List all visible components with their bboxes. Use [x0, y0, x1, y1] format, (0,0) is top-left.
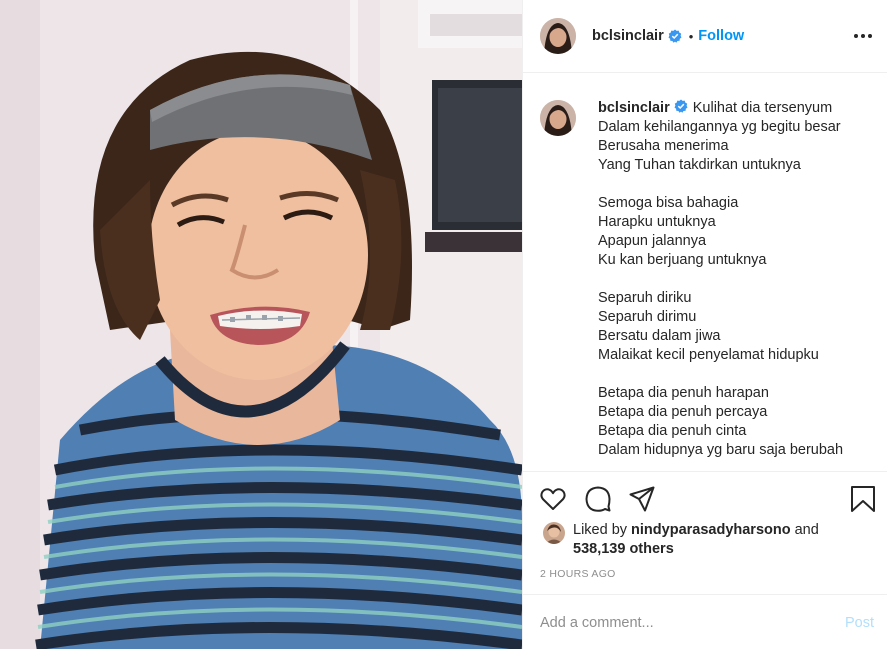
caption-line: Harapku untuknya: [598, 214, 716, 230]
caption-line: Berusaha menerima: [598, 138, 729, 154]
post-comment-button[interactable]: Post: [845, 615, 874, 631]
liker-avatar[interactable]: [543, 522, 565, 544]
caption-area[interactable]: bclsinclair Kulihat dia tersenyum Dalam k…: [523, 73, 887, 471]
caption-avatar[interactable]: [540, 100, 576, 136]
likes-prefix: Liked by: [573, 522, 632, 538]
caption-line: Malaikat kecil penyelamat hidupku: [598, 347, 819, 363]
stanza-break: [598, 175, 843, 194]
photo-illustration: [0, 0, 522, 649]
author-avatar[interactable]: [540, 18, 576, 54]
comment-input[interactable]: [540, 612, 820, 634]
caption-line: Dalam kehilangannya yg begitu besar: [598, 119, 841, 135]
post-timestamp[interactable]: 2 HOURS AGO: [540, 568, 616, 580]
likes-middle: and: [790, 522, 819, 538]
likes-text: Liked by nindyparasadyharsono and 538,13…: [573, 521, 819, 561]
caption-line: Separuh diriku: [598, 290, 692, 306]
comment-section: Post: [523, 594, 887, 649]
caption-row: bclsinclair Kulihat dia tersenyum Dalam k…: [540, 99, 872, 460]
caption-line: Dalam hidupnya yg baru saja berubah: [598, 442, 844, 458]
action-bar: [523, 471, 887, 527]
caption-line: Betapa dia penuh harapan: [598, 385, 769, 401]
caption-line: Separuh dirimu: [598, 309, 697, 325]
stanza-break: [598, 365, 843, 384]
caption-line: Betapa dia penuh cinta: [598, 423, 747, 439]
author-username[interactable]: bclsinclair: [592, 28, 664, 44]
verified-badge-icon: [668, 29, 682, 43]
avatar-image: [543, 522, 565, 544]
post-header: bclsinclair • Follow: [523, 0, 887, 73]
likes-summary: Liked by nindyparasadyharsono and 538,13…: [543, 521, 873, 561]
avatar-image: [540, 18, 576, 54]
caption-username[interactable]: bclsinclair: [598, 100, 670, 116]
caption-line: Ku kan berjuang untuknya: [598, 252, 767, 268]
caption-text: bclsinclair Kulihat dia tersenyum Dalam k…: [598, 99, 843, 460]
follow-button[interactable]: Follow: [698, 28, 744, 44]
caption-line-text: Kulihat dia tersenyum: [692, 100, 833, 116]
comment-icon[interactable]: [584, 485, 612, 513]
stanza-break: [598, 270, 843, 289]
share-icon[interactable]: [628, 485, 656, 513]
verified-badge-icon: [674, 99, 688, 113]
separator-dot: •: [688, 28, 694, 44]
caption-line: Bersatu dalam jiwa: [598, 328, 721, 344]
caption-line: Betapa dia penuh percaya: [598, 404, 768, 420]
more-options-icon[interactable]: [852, 24, 874, 48]
caption-line: Semoga bisa bahagia: [598, 195, 739, 211]
heart-icon[interactable]: [539, 485, 567, 513]
likes-count[interactable]: 538,139 others: [573, 541, 674, 557]
caption-line: Yang Tuhan takdirkan untuknya: [598, 157, 801, 173]
bookmark-icon[interactable]: [849, 485, 877, 513]
caption-line: Apapun jalannya: [598, 233, 707, 249]
caption-line: bclsinclair Kulihat dia tersenyum: [598, 99, 843, 118]
avatar-image: [540, 100, 576, 136]
liker-username[interactable]: nindyparasadyharsono: [631, 522, 791, 538]
post-photo[interactable]: [0, 0, 522, 649]
post-details-panel: bclsinclair • Follow bclsinclair Kulihat …: [522, 0, 887, 649]
